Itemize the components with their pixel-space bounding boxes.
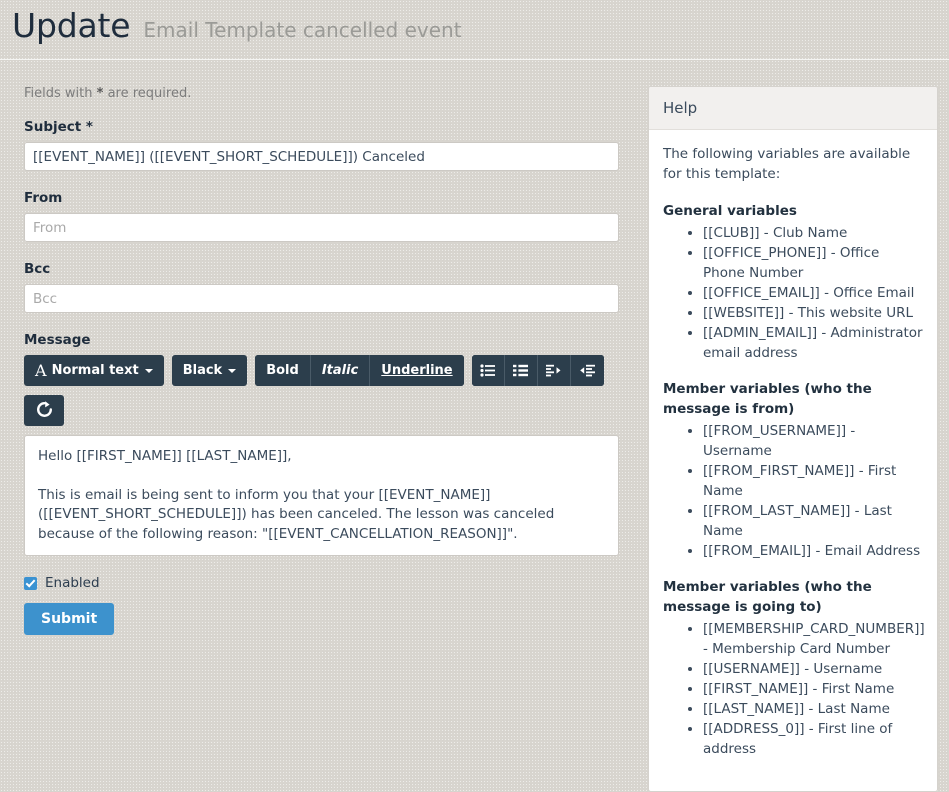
message-field-block: Message A Normal text Black Bold Italic U… [24,332,636,556]
text-format-button-group: Bold Italic Underline [255,355,464,386]
help-section-list: [[FROM_USERNAME]] - Username [[FROM_FIRS… [663,421,923,561]
page-title: Update [12,6,131,45]
outdent-button[interactable] [570,355,604,386]
list-item: [[FROM_USERNAME]] - Username [703,421,923,461]
help-panel-body: The following variables are available fo… [649,130,937,791]
required-fields-note: Fields with * are required. [24,86,636,101]
text-color-label: Black [182,363,223,378]
list-item: [[WEBSITE]] - This website URL [703,303,923,323]
indent-icon [546,364,561,377]
list-item: [[FROM_EMAIL]] - Email Address [703,541,923,561]
submit-button[interactable]: Submit [24,603,115,635]
enabled-label[interactable]: Enabled [45,575,100,591]
list-item: [[LAST_NAME]] - Last Name [703,699,923,719]
letter-a-icon: A [35,360,47,380]
list-item: [[OFFICE_PHONE]] - Office Phone Number [703,243,923,283]
subject-field-block: Subject * [24,119,636,171]
required-note-suffix: are required. [103,86,192,101]
chevron-down-icon [228,368,237,373]
list-item: [[MEMBERSHIP_CARD_NUMBER]] - Membership … [703,619,925,659]
numbered-list-icon [513,364,529,377]
bullet-list-icon [480,364,496,377]
message-paragraph-2: This is email is being sent to inform yo… [38,486,555,542]
page-layout: Fields with * are required. Subject * Fr… [0,60,949,792]
help-panel-header: Help [649,87,937,130]
text-style-label: Normal text [51,363,139,378]
page-subtitle: Email Template cancelled event [143,18,462,42]
from-field-block: From [24,190,636,242]
bcc-input[interactable] [24,284,619,313]
bullet-list-button[interactable] [471,355,505,386]
page-header: Update Email Template cancelled event [0,0,949,60]
required-note-prefix: Fields with [24,86,97,101]
bcc-field-block: Bcc [24,261,636,313]
from-input[interactable] [24,213,619,242]
help-intro-text: The following variables are available fo… [663,146,911,182]
form-column: Fields with * are required. Subject * Fr… [0,86,636,635]
list-item: [[ADDRESS_0]] - First line of address [703,719,923,759]
refresh-share-icon [36,400,53,421]
list-item: [[FROM_LAST_NAME]] - Last Name [703,501,923,541]
enabled-checkbox-row: Enabled [24,575,636,591]
help-panel: Help The following variables are availab… [648,86,938,792]
help-section-list: [[CLUB]] - Club Name [[OFFICE_PHONE]] - … [663,223,923,363]
help-section-title: Member variables (who the message is goi… [663,579,872,615]
bcc-label: Bcc [24,261,51,277]
text-color-dropdown[interactable]: Black [171,355,248,386]
from-label: From [24,190,63,206]
list-button-group [471,355,604,386]
message-editor[interactable]: Hello [[FIRST_NAME]] [[LAST_NAME]], This… [24,435,619,556]
italic-button[interactable]: Italic [310,355,371,386]
help-section-list: [[MEMBERSHIP_CARD_NUMBER]] - Membership … [663,619,925,759]
underline-button[interactable]: Underline [370,355,464,386]
refresh-source-button[interactable] [24,395,64,426]
editor-toolbar-row-2 [24,395,636,426]
list-item: [[ADMIN_EMAIL]] - Administrator email ad… [703,323,923,363]
numbered-list-button[interactable] [504,355,538,386]
subject-label: Subject * [24,119,93,135]
list-item: [[OFFICE_EMAIL]] - Office Email [703,283,923,303]
help-section-title: General variables [663,203,797,219]
subject-input[interactable] [24,142,619,171]
chevron-down-icon [144,368,153,373]
editor-toolbar-row-1: A Normal text Black Bold Italic Underline [24,355,636,386]
enabled-checkbox[interactable] [24,576,37,590]
help-section-title: Member variables (who the message is fro… [663,381,872,417]
help-column: Help The following variables are availab… [648,86,938,792]
bold-button[interactable]: Bold [255,355,311,386]
text-style-dropdown[interactable]: A Normal text [24,355,164,386]
list-item: [[FROM_FIRST_NAME]] - First Name [703,461,923,501]
list-item: [[FIRST_NAME]] - First Name [703,679,923,699]
message-label: Message [24,332,91,348]
list-item: [[CLUB]] - Club Name [703,223,923,243]
message-paragraph-1: Hello [[FIRST_NAME]] [[LAST_NAME]], [38,448,292,464]
indent-button[interactable] [537,355,571,386]
list-item: [[USERNAME]] - Username [703,659,923,679]
outdent-icon [579,364,595,377]
